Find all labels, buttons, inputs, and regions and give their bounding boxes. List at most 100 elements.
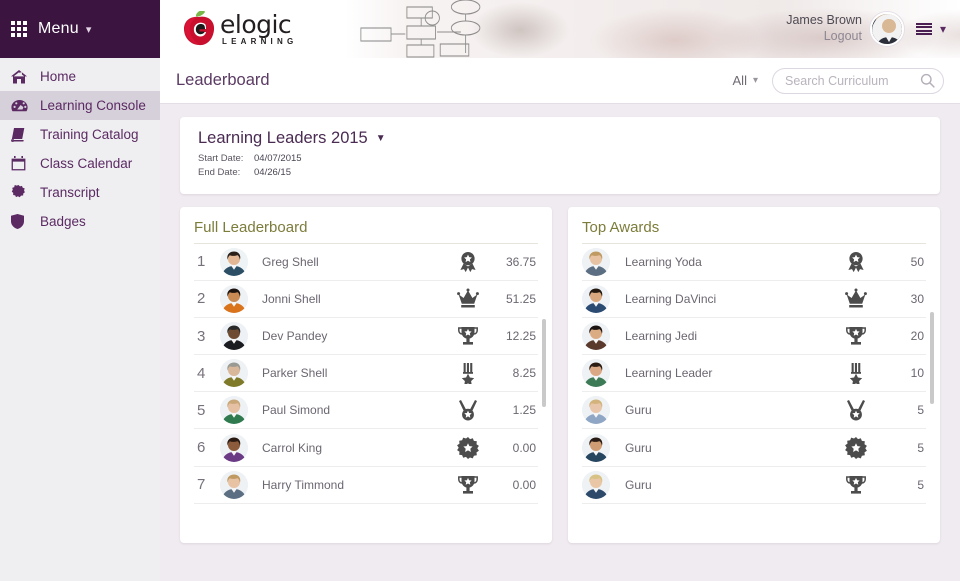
rank-value: 6 [197,439,206,457]
table-row[interactable]: 4 Parker Shell 8.25 [194,355,538,393]
row-score: 5 [917,440,924,455]
sidebar-item-label: Learning Console [40,98,146,113]
crown-icon [834,288,878,310]
menu-button[interactable]: Menu ▾ [0,0,160,58]
sidebar-item-training-catalog[interactable]: Training Catalog [0,120,160,149]
table-row[interactable]: Learning Leader 10 [582,355,926,393]
medal-circle-icon [446,399,490,421]
table-row[interactable]: Guru 5 [582,392,926,430]
table-row[interactable]: Learning DaVinci 30 [582,281,926,318]
top-awards-panel: Top Awards Learning Yoda 50 Learning DaVin… [568,206,940,543]
rank-value: 7 [197,476,206,494]
page-toolbar: Leaderboard All ▾ [160,58,960,104]
filter-dropdown[interactable]: All ▾ [733,73,758,88]
avatar [220,359,248,388]
table-row[interactable]: 6 Carrol King 0.00 [194,429,538,467]
medal-ribbon-icon [834,362,878,385]
sidebar-item-label: Home [40,69,77,84]
avatar [582,247,610,276]
avatar [582,396,610,425]
starburst-icon [446,436,490,459]
search-input[interactable] [772,67,944,94]
avatar [220,433,248,462]
row-name: Dev Pandey [262,329,328,343]
site-header: elogic LEARNING James Brown Logout ▾ [160,0,960,58]
row-name: Harry Timmond [262,477,345,492]
table-row[interactable]: 3 Dev Pandey 12.25 [194,318,538,356]
table-row[interactable]: 1 Greg Shell 36.75 [194,244,538,281]
full-leaderboard-panel: Full Leaderboard 1 Greg Shell 36.75 2 Jonni … [180,206,552,543]
logo-text: elogic LEARNING [220,12,297,46]
row-name: Parker Shell [262,366,328,381]
start-date-value: 04/07/2015 [254,153,302,164]
row-score: 36.75 [505,254,536,269]
row-name: Jonni Shell [262,291,321,306]
chevron-down-icon: ▾ [752,75,758,86]
sidebar-nav: Home Learning Console Training Catalog C… [0,58,160,236]
avatar [220,322,248,350]
crown-icon [446,288,490,310]
avatar [220,247,248,276]
rank-value: 5 [197,401,206,419]
list-menu-button[interactable]: ▾ [915,22,946,36]
row-name: Guru [625,440,652,455]
start-date-row: Start Date: 04/07/2015 [198,152,922,166]
row-score: 20 [910,329,924,343]
row-name: Guru [625,403,652,418]
row-name: Greg Shell [262,254,319,269]
book-icon [11,127,33,143]
avatar [582,470,610,499]
app-root: Menu ▾ Home Learning Console Training Ca… [0,0,960,581]
table-row[interactable]: 5 Paul Simond 1.25 [194,392,538,430]
table-row[interactable]: Learning Jedi 20 [582,318,926,356]
user-info: James Brown Logout [786,13,862,44]
row-score: 5 [917,477,924,492]
menu-label: Menu [38,20,79,37]
sidebar-item-learning-console[interactable]: Learning Console [0,91,160,120]
avatar[interactable] [869,12,904,46]
learning-leaders-card: Learning Leaders 2015 ▼ Start Date: 04/0… [180,117,940,194]
avatar [582,433,610,462]
table-row[interactable]: 7 Harry Timmond 0.00 [194,467,538,504]
dashboard-icon [11,98,33,114]
row-score: 0.00 [512,477,536,492]
medal-circle-icon [834,399,878,421]
sidebar-item-label: Training Catalog [40,127,139,142]
full-leaderboard-rows: 1 Greg Shell 36.75 2 Jonni Shell 51.25 3 Dev Pa… [194,244,538,533]
scrollbar-thumb[interactable] [930,311,934,404]
search-icon[interactable] [920,73,935,88]
learning-leaders-title-row[interactable]: Learning Leaders 2015 ▼ [198,129,922,148]
avatar [220,396,248,425]
avatar [220,470,248,499]
table-row[interactable]: 2 Jonni Shell 51.25 [194,281,538,318]
user-menu-area: James Brown Logout ▾ [786,8,946,50]
sidebar-item-label: Transcript [40,185,100,200]
avatar [582,284,610,313]
table-row[interactable]: Learning Yoda 50 [582,244,926,281]
logout-link[interactable]: Logout [786,29,862,45]
sidebar-item-class-calendar[interactable]: Class Calendar [0,149,160,178]
award-ribbon-icon [446,251,490,273]
sidebar-item-transcript[interactable]: Transcript [0,178,160,207]
start-date-label: Start Date: [198,153,244,164]
end-date-label: End Date: [198,166,241,178]
row-score: 10 [910,366,924,381]
calendar-icon [11,156,33,172]
sidebar-item-home[interactable]: Home [0,62,160,91]
trophy-star-icon [446,325,490,347]
table-row[interactable]: Guru 5 [582,429,926,467]
row-name: Learning Jedi [625,329,698,343]
avatar [582,359,610,388]
full-leaderboard-title: Full Leaderboard [194,219,538,244]
table-row[interactable]: Guru 5 [582,467,926,504]
avatar [220,284,248,313]
sidebar: Menu ▾ Home Learning Console Training Ca… [0,0,160,581]
learning-leaders-title: Learning Leaders 2015 [198,129,368,147]
rank-value: 3 [197,327,206,345]
scrollbar-thumb[interactable] [542,318,546,407]
rank-value: 1 [197,253,206,271]
award-ribbon-icon [834,251,878,273]
sidebar-item-badges[interactable]: Badges [0,207,160,236]
medal-ribbon-icon [446,362,490,385]
grid-icon [11,21,27,37]
